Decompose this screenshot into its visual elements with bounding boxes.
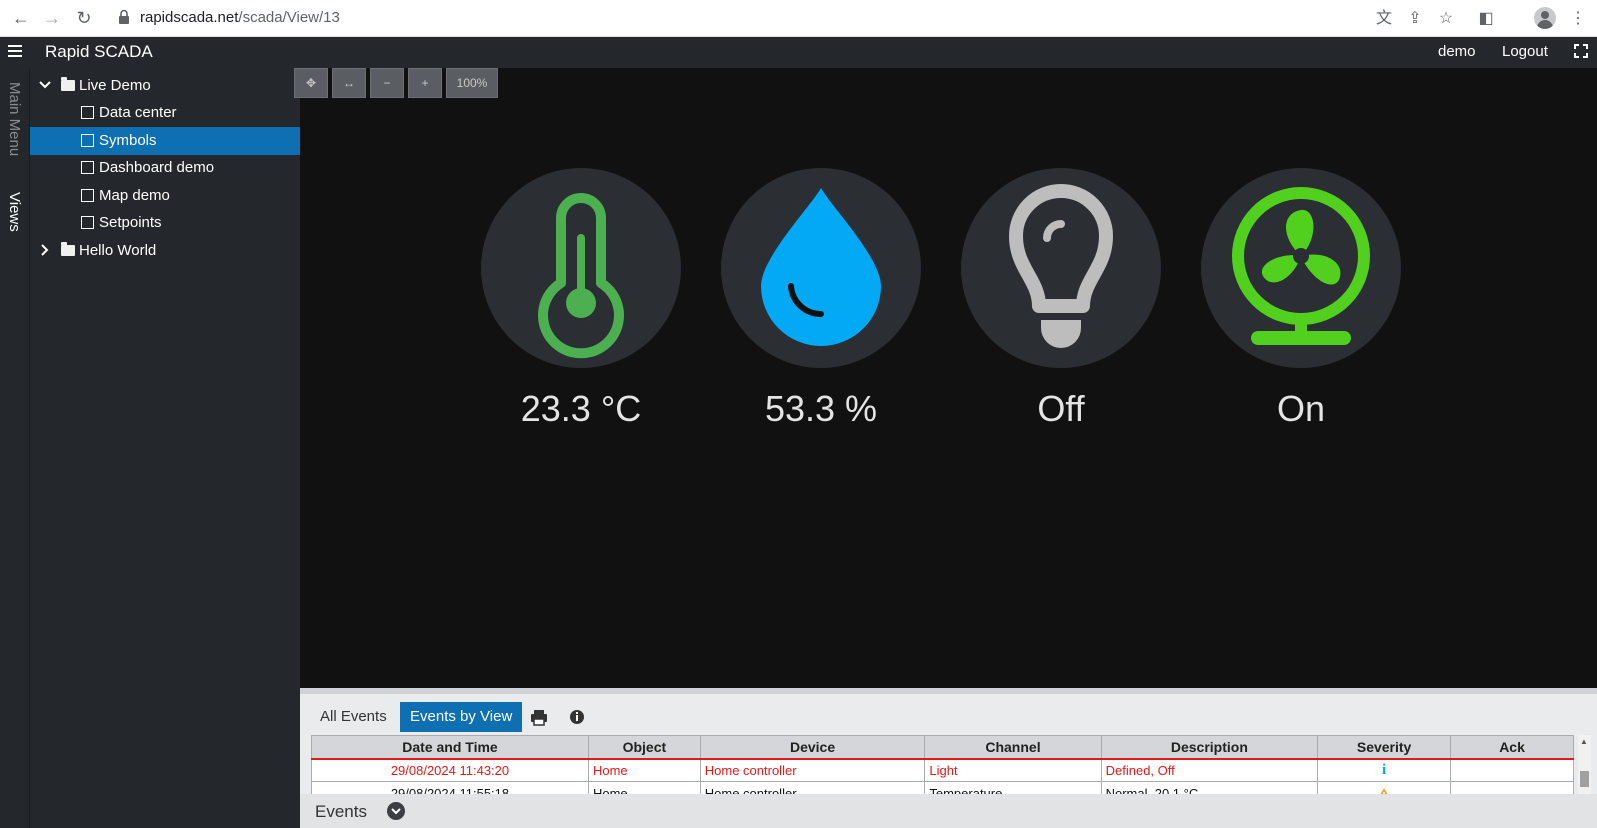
app-title: Rapid SCADA (45, 42, 153, 61)
table-row[interactable]: 29/08/2024 11:43:20 Home Home controller… (311, 757, 1574, 782)
chevron-right-icon[interactable] (39, 244, 51, 256)
column-header[interactable]: Ack (1450, 735, 1574, 759)
vertical-tabs: Main Menu Views (0, 68, 30, 828)
scroll-thumb[interactable] (1580, 771, 1589, 787)
info-icon[interactable] (562, 702, 592, 732)
light-value: Off (1037, 388, 1085, 429)
forward-icon[interactable]: → (42, 8, 62, 28)
lock-icon (119, 9, 129, 24)
events-footer-label[interactable]: Events (315, 802, 367, 822)
column-header[interactable]: Device (699, 735, 926, 759)
column-header[interactable]: Object (587, 735, 701, 759)
zoom-level[interactable]: 100% (446, 68, 498, 98)
zoom-out-icon[interactable]: − (370, 68, 404, 98)
view-icon (81, 161, 94, 174)
view-icon (81, 134, 94, 147)
translate-icon[interactable]: 文 (1374, 9, 1394, 29)
tree-label: Live Demo (79, 77, 151, 94)
profile-icon[interactable] (1534, 7, 1556, 29)
tree-label: Symbols (99, 132, 157, 149)
cell-device: Home controller (699, 757, 926, 782)
cell-severity: i (1317, 757, 1452, 782)
reload-icon[interactable]: ↻ (74, 8, 94, 28)
zoom-in-icon[interactable]: + (408, 68, 442, 98)
tree-label: Data center (99, 104, 177, 121)
humidity-gauge (721, 168, 921, 368)
tree-label: Setpoints (99, 214, 162, 231)
info-icon: i (1382, 761, 1387, 778)
logout-link[interactable]: Logout (1502, 43, 1548, 60)
views-tree: Live Demo Data center Symbols Dashboard … (30, 68, 300, 828)
tree-item-map-demo[interactable]: Map demo (30, 182, 300, 210)
thermometer-icon (538, 193, 624, 359)
cell-object: Home (587, 757, 701, 782)
light-bulb-icon (1009, 184, 1113, 348)
column-header[interactable]: Severity (1317, 735, 1452, 759)
tree-node-hello-world[interactable]: Hello World (30, 237, 300, 265)
table-header-row: Date and Time Object Device Channel Desc… (311, 735, 1574, 759)
tab-main-menu[interactable]: Main Menu (6, 82, 23, 156)
events-scrollbar[interactable]: ▲ (1578, 735, 1591, 802)
tree-node-live-demo[interactable]: Live Demo (30, 72, 300, 100)
hamburger-icon[interactable] (8, 45, 22, 58)
fit-width-icon[interactable]: ↔ (332, 68, 366, 98)
tree-item-setpoints[interactable]: Setpoints (30, 209, 300, 237)
share-icon[interactable]: ⇪ (1405, 9, 1425, 29)
tree-item-symbols[interactable]: Symbols (30, 127, 300, 155)
column-header[interactable]: Date and Time (311, 735, 589, 759)
cell-ack (1450, 757, 1574, 782)
fan-gauge (1201, 168, 1401, 368)
water-drop-icon (761, 188, 881, 346)
fan-value: On (1276, 388, 1326, 429)
browser-toolbar: ← → ↻ rapidscada.net/scada/View/13 文 ⇪ ☆… (0, 0, 1597, 37)
chevron-down-circle-icon[interactable] (387, 802, 405, 820)
scroll-up-icon[interactable]: ▲ (1580, 737, 1588, 746)
tab-all-events[interactable]: All Events (310, 702, 397, 732)
star-icon[interactable]: ☆ (1436, 9, 1456, 29)
tree-label: Dashboard demo (99, 159, 215, 176)
move-icon[interactable]: ✥ (294, 68, 328, 98)
folder-icon (61, 242, 75, 256)
tab-views[interactable]: Views (6, 192, 23, 232)
cell-datetime: 29/08/2024 11:43:20 (311, 757, 589, 782)
tree-item-data-center[interactable]: Data center (30, 99, 300, 127)
chevron-down-icon[interactable] (39, 79, 51, 91)
fullscreen-icon[interactable] (1574, 44, 1588, 58)
address-bar[interactable]: rapidscada.net/scada/View/13 (140, 9, 340, 26)
view-icon (81, 216, 94, 229)
events-panel: All Events Events by View Date and Time … (300, 688, 1597, 828)
cell-description: Defined, Off (1100, 757, 1319, 782)
side-panel-icon[interactable]: ◧ (1476, 9, 1496, 29)
app-header: Rapid SCADA demo Logout (0, 37, 1597, 68)
folder-icon (61, 77, 75, 91)
scheme-view: ✥ ↔ − + 100% 23.3 °C 53.3 % Off On (294, 68, 1597, 688)
tree-item-dashboard-demo[interactable]: Dashboard demo (30, 154, 300, 182)
tree-label: Hello World (79, 242, 157, 259)
humidity-value: 53.3 % (764, 388, 878, 429)
print-icon[interactable] (524, 702, 554, 732)
tree-label: Map demo (99, 187, 170, 204)
column-header[interactable]: Description (1100, 735, 1319, 759)
back-icon[interactable]: ← (11, 8, 31, 28)
cell-channel: Light (924, 757, 1102, 782)
light-gauge (961, 168, 1161, 368)
events-footer: Events (300, 794, 1597, 828)
tab-events-by-view[interactable]: Events by View (400, 702, 523, 732)
fan-icon (1232, 187, 1370, 345)
temperature-gauge (481, 168, 681, 368)
view-icon (81, 106, 94, 119)
temperature-value: 23.3 °C (520, 388, 642, 429)
column-header[interactable]: Channel (924, 735, 1102, 759)
menu-dots-icon[interactable]: ⋮ (1568, 9, 1588, 29)
user-name[interactable]: demo (1438, 43, 1476, 60)
view-icon (81, 189, 94, 202)
